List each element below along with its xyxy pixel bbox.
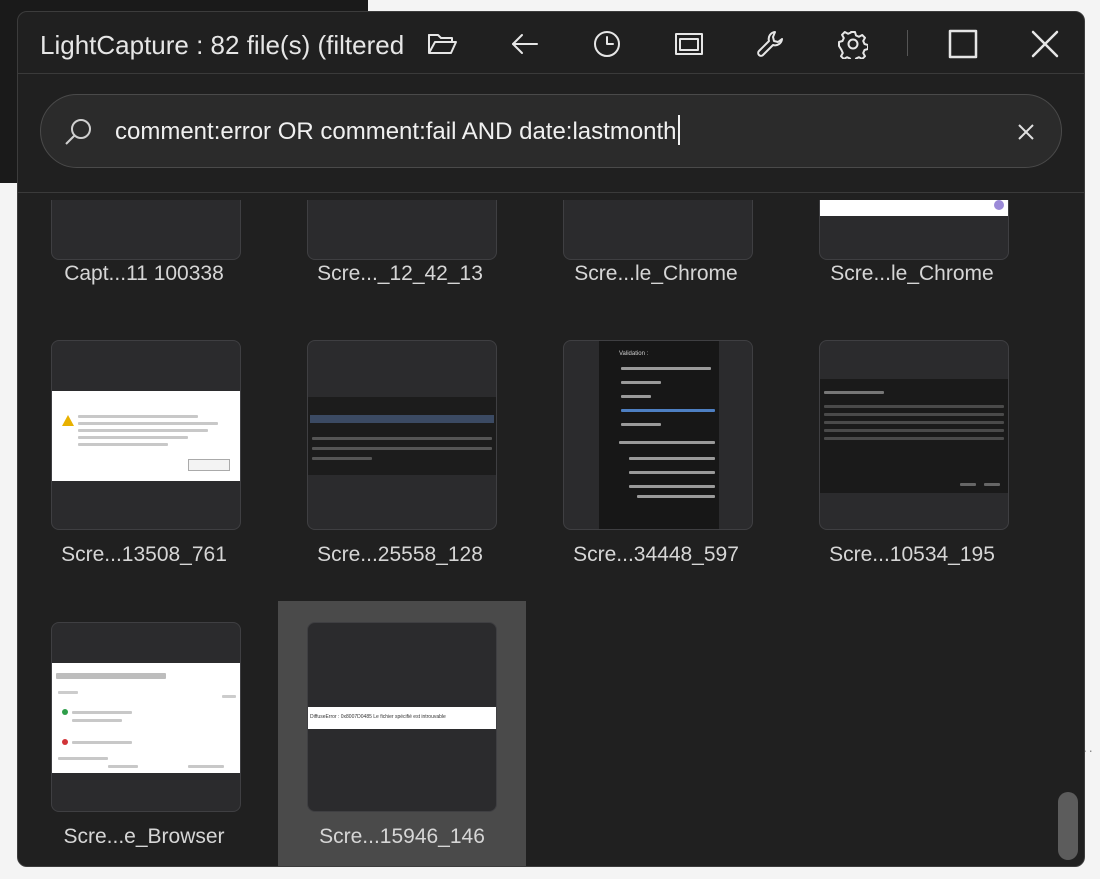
screenshot-preview [52, 663, 240, 773]
screenshot-preview [52, 391, 240, 481]
title-bar[interactable]: LightCapture : 82 file(s) (filtered) [18, 12, 1084, 74]
search-input[interactable]: comment:error OR comment:fail AND date:l… [115, 115, 995, 149]
tools-button[interactable] [749, 22, 793, 66]
file-item[interactable]: Scre...le_Chrome [532, 200, 780, 295]
file-grid: Capt...11 100338 Scre..._12_42_13 Scre..… [18, 200, 1058, 866]
file-name: Scre...e_Browser [63, 825, 225, 848]
file-item[interactable]: Scre...le_Chrome [788, 200, 1036, 295]
title-divider [18, 73, 1084, 74]
file-thumbnail [819, 200, 1009, 260]
back-button[interactable] [503, 22, 547, 66]
folder-open-icon [428, 34, 457, 54]
clear-icon [1018, 124, 1034, 140]
error-dot-icon [62, 739, 68, 745]
window-capture-button[interactable] [667, 22, 711, 66]
file-thumbnail [307, 200, 497, 260]
file-name: Scre..._12_42_13 [317, 262, 483, 285]
warning-icon [62, 415, 74, 426]
file-item[interactable]: Scre...25558_128 [276, 324, 524, 594]
wrench-icon [757, 31, 783, 57]
search-box[interactable]: comment:error OR comment:fail AND date:l… [40, 94, 1062, 168]
file-item-selected[interactable]: DiffuseError : 0x8007D0485 Le fichier sp… [278, 601, 526, 866]
file-name: Scre...13508_761 [61, 543, 227, 566]
preview-validation-title: Validation : [619, 351, 649, 357]
dialog-ok-button [188, 459, 230, 471]
history-button[interactable] [585, 22, 629, 66]
search-query: comment:error OR comment:fail AND date:l… [115, 118, 677, 145]
screenshot-preview [308, 397, 496, 475]
file-thumbnail: DiffuseError : 0x8007D0485 Le fichier sp… [307, 622, 497, 812]
search-divider [18, 192, 1084, 193]
screenshot-preview [820, 200, 1008, 216]
file-name: Capt...11 100338 [64, 262, 224, 285]
file-thumbnail: Validation : [563, 340, 753, 530]
file-name: Scre...le_Chrome [574, 262, 738, 285]
file-thumbnail [51, 622, 241, 812]
file-item[interactable]: Scre..._12_42_13 [276, 200, 524, 295]
preview-header-bar [310, 415, 494, 423]
screenshot-preview [820, 379, 1008, 493]
file-name: Scre...le_Chrome [830, 262, 994, 285]
settings-button[interactable] [831, 22, 875, 66]
gear-icon [838, 31, 868, 59]
file-thumbnail [307, 340, 497, 530]
lightcapture-window: LightCapture : 82 file(s) (filtered) com… [17, 11, 1085, 867]
file-thumbnail [819, 340, 1009, 530]
maximize-button[interactable] [941, 22, 985, 66]
clear-search-button[interactable] [1013, 119, 1039, 145]
file-thumbnail [51, 200, 241, 260]
open-folder-button[interactable] [420, 22, 464, 66]
success-dot-icon [62, 709, 68, 715]
search-icon [63, 117, 93, 152]
file-name: Scre...15946_146 [319, 825, 485, 848]
window-icon [675, 33, 703, 55]
file-item[interactable]: Scre...e_Browser [20, 606, 268, 866]
screenshot-preview: DiffuseError : 0x8007D0485 Le fichier sp… [308, 707, 496, 729]
file-name: Scre...25558_128 [317, 543, 483, 566]
file-item[interactable]: Capt...11 100338 [20, 200, 268, 295]
text-caret [677, 115, 680, 145]
close-button[interactable] [1023, 22, 1067, 66]
file-thumbnail [51, 340, 241, 530]
preview-error-banner: DiffuseError : 0x8007D0485 Le fichier sp… [310, 714, 446, 720]
file-item[interactable]: Validation : Scre...34448_597 [532, 324, 780, 594]
toolbar-separator [907, 30, 908, 56]
file-item[interactable]: Scre...10534_195 [788, 324, 1036, 594]
scrollbar-thumb[interactable] [1058, 792, 1078, 860]
maximize-icon [948, 29, 978, 59]
history-icon [594, 31, 620, 57]
file-name: Scre...10534_195 [829, 543, 995, 566]
close-icon [1031, 30, 1059, 58]
file-name: Scre...34448_597 [573, 543, 739, 566]
file-item[interactable]: Scre...13508_761 [20, 324, 268, 594]
file-thumbnail [563, 200, 753, 260]
screenshot-preview: Validation : [599, 341, 719, 529]
back-arrow-icon [512, 34, 538, 54]
badge-icon [994, 200, 1004, 210]
window-title: LightCapture : 82 file(s) (filtered) [40, 30, 404, 60]
